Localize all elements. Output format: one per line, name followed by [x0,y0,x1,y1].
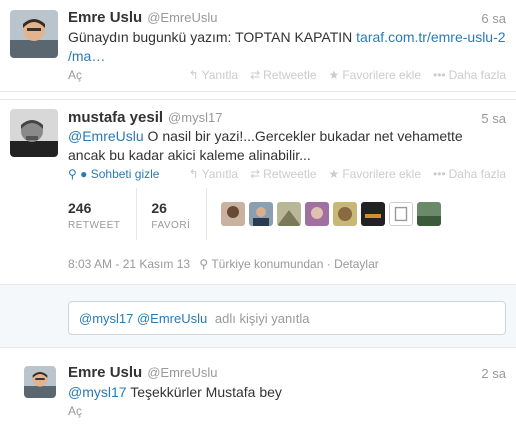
author-handle[interactable]: @EmreUslu [147,10,217,25]
favoriter-avatars [221,202,442,240]
mention-link[interactable]: @mysl17 [68,384,127,400]
tweet-time[interactable]: 5 sa [481,111,506,126]
author-handle[interactable]: @mysl17 [168,110,222,125]
expand-link[interactable]: Aç [68,404,82,418]
details-link[interactable]: Detaylar [334,257,379,271]
favorite-button[interactable]: ★ Favorilere ekle [329,68,421,82]
tweet-actions: ↰ Yanıtla ⇄ Retweetle ★ Favorilere ekle •••… [189,167,506,181]
user-avatar-thumb[interactable] [277,202,302,226]
tweet-time[interactable]: 2 sa [481,366,506,381]
avatar-emre-uslu[interactable] [10,10,58,58]
reply-icon: ↰ [188,167,199,181]
author-name[interactable]: mustafa yesil @mysl17 [68,109,222,126]
more-button[interactable]: ••• Daha fazla [433,68,506,82]
tweet-text: @mysl17 Teşekkürler Mustafa bey [68,384,282,400]
location-pin-icon: ⚲ [68,167,77,181]
tweet-text: @EmreUslu O nasil bir yazi!...Gercekler … [68,128,463,163]
reply-prefill: @mysl17 @EmreUslu [79,311,208,326]
timestamp[interactable]: 8:03 AM - 21 Kasım 13 [68,257,190,271]
reply-icon: ↰ [188,68,199,82]
avatar-emre-uslu[interactable] [24,366,56,398]
retweet-count[interactable]: 246 RETWEET [68,188,138,240]
reply-button[interactable]: ↰ Yanıtla [189,167,239,181]
reply-hint: adlı kişiyi yanıtla [214,311,310,326]
more-button[interactable]: ••• Daha fazla [433,167,506,181]
speech-bubble-icon: ● [80,167,88,181]
retweet-button[interactable]: ⇄ Retweetle [250,68,316,82]
reply-input[interactable]: @mysl17 @EmreUslu adlı kişiyi yanıtla [68,301,506,335]
user-avatar-thumb[interactable] [333,202,358,226]
retweet-icon: ⇄ [250,167,261,181]
tweet-stats: 246 RETWEET 26 FAVORİ [68,188,442,240]
author-name[interactable]: Emre Uslu @EmreUslu [68,9,217,26]
location-icon: ⚲ [199,257,209,271]
retweet-button[interactable]: ⇄ Retweetle [250,167,316,181]
user-avatar-thumb[interactable] [221,202,246,226]
user-avatar-thumb[interactable] [417,202,442,226]
star-icon: ★ [328,68,340,82]
hide-conversation-link[interactable]: ⚲ ● Sohbeti gizle [68,167,159,181]
user-avatar-thumb[interactable] [249,202,274,226]
favorite-button[interactable]: ★ Favorilere ekle [329,167,421,181]
default-avatar-thumb[interactable] [389,202,414,226]
tweet-text: Günaydın bugunkü yazım: TOPTAN KAPATIN t… [68,29,506,64]
tweet-actions: ↰ Yanıtla ⇄ Retweetle ★ Favorilere ekle •••… [189,68,506,82]
author-handle[interactable]: @EmreUslu [147,365,217,380]
user-avatar-thumb[interactable] [305,202,330,226]
tweet-detail-line: 8:03 AM - 21 Kasım 13 ⚲ Türkiye konumund… [68,257,379,271]
reply-box: @mysl17 @EmreUslu adlı kişiyi yanıtla [0,285,516,348]
tweet-3[interactable]: Emre Uslu @EmreUslu 2 sa @mysl17 Teşekkür… [0,358,516,427]
user-avatar-thumb[interactable] [361,202,386,226]
reply-button[interactable]: ↰ Yanıtla [189,68,239,82]
mention-link[interactable]: @EmreUslu [68,128,144,144]
retweet-icon: ⇄ [250,68,261,82]
more-icon: ••• [433,68,446,82]
expand-link[interactable]: Aç [68,68,82,82]
tweet-time[interactable]: 6 sa [481,11,506,26]
tweet-1[interactable]: Emre Uslu @EmreUslu 6 sa Günaydın bugunkü… [0,0,516,92]
star-icon: ★ [328,167,340,181]
favorite-count[interactable]: 26 FAVORİ [151,188,208,240]
avatar-mustafa-yesil[interactable] [10,109,58,157]
more-icon: ••• [433,167,446,181]
location-text[interactable]: Türkiye konumundan [211,257,323,271]
author-name[interactable]: Emre Uslu @EmreUslu [68,364,217,381]
